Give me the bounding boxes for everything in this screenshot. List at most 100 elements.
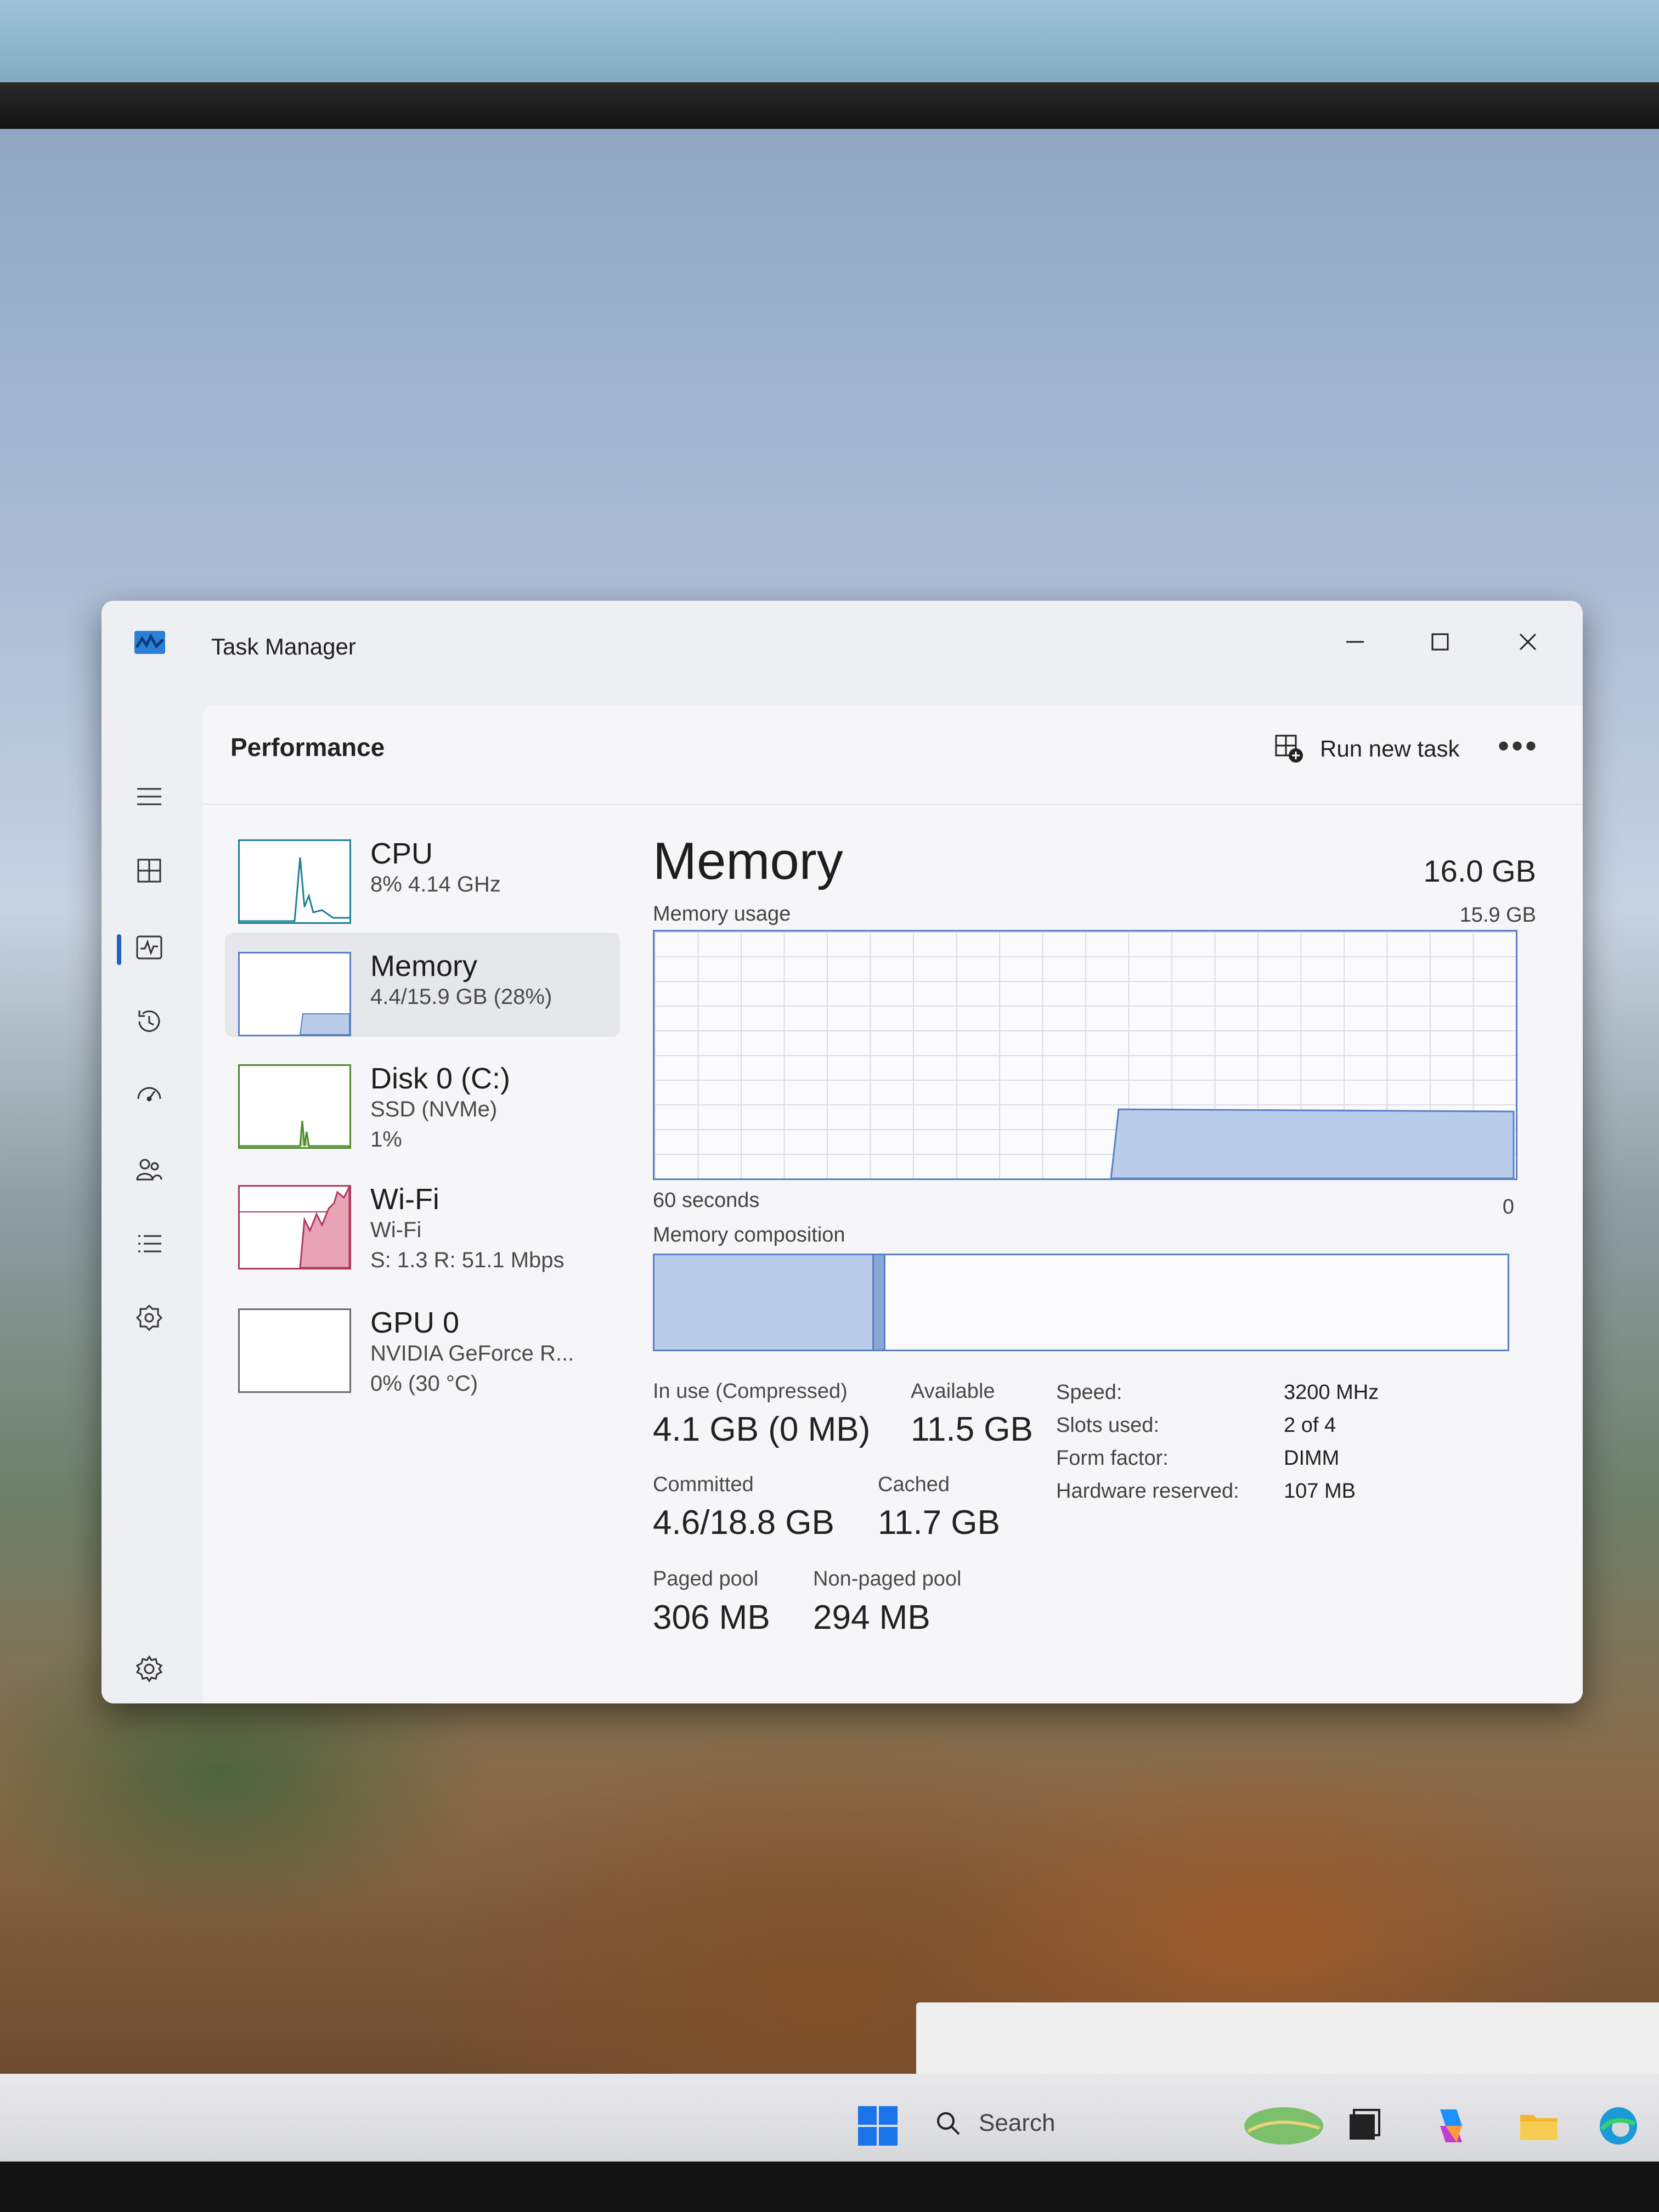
spec-hardware-reserved-value: 107 MB	[1284, 1480, 1356, 1503]
spec-form-factor-value: DIMM	[1284, 1447, 1340, 1470]
available-label: Available	[911, 1380, 995, 1403]
resource-detail: Wi-Fi	[370, 1218, 422, 1242]
copilot-icon	[1440, 2109, 1462, 2142]
in-use-value: 4.1 GB (0 MB)	[653, 1410, 871, 1448]
monitor-logo-plate	[916, 2002, 1659, 2079]
app-history-icon[interactable]	[132, 1004, 167, 1039]
close-button[interactable]	[1498, 614, 1558, 669]
wifi-thumbnail-graph	[238, 1185, 351, 1269]
resource-name: Disk 0 (C:)	[370, 1062, 510, 1095]
run-new-task-label: Run new task	[1320, 736, 1460, 761]
close-icon	[1519, 633, 1537, 651]
minimize-button[interactable]	[1325, 614, 1385, 669]
resource-detail-secondary: 0% (30 °C)	[370, 1372, 478, 1396]
spec-slots-value: 2 of 4	[1284, 1414, 1336, 1437]
memory-thumbnail-graph	[238, 952, 351, 1036]
memory-usage-graph	[653, 930, 1517, 1180]
widgets-button[interactable]	[1240, 2101, 1328, 2151]
search-label: Search	[979, 2109, 1056, 2136]
maximize-button[interactable]	[1410, 614, 1470, 669]
memory-composition-bar	[653, 1254, 1509, 1351]
cpu-thumbnail-graph	[238, 839, 351, 924]
cached-label: Cached	[878, 1473, 950, 1496]
cached-value: 11.7 GB	[878, 1504, 1000, 1542]
resource-detail-secondary: S: 1.3 R: 51.1 Mbps	[370, 1248, 565, 1272]
start-button[interactable]	[853, 2101, 902, 2151]
services-icon[interactable]	[132, 1300, 167, 1335]
monitor-bezel-bottom	[0, 2162, 1659, 2212]
task-view-icon	[1350, 2109, 1380, 2140]
title-bar[interactable]: Task Manager	[101, 601, 1583, 705]
memory-total: 16.0 GB	[1423, 854, 1536, 888]
composition-modified-segment	[872, 1255, 885, 1350]
details-icon[interactable]	[132, 1226, 167, 1261]
memory-usage-area	[1110, 1108, 1515, 1178]
run-new-task-icon	[1275, 735, 1303, 763]
spec-speed-label: Speed:	[1056, 1381, 1122, 1404]
more-options-button[interactable]: •••	[1498, 727, 1539, 765]
resource-item-memory[interactable]: Memory 4.4/15.9 GB (28%)	[225, 933, 620, 1037]
resource-name: Memory	[370, 950, 478, 983]
spec-hardware-reserved-label: Hardware reserved:	[1056, 1480, 1239, 1503]
users-icon[interactable]	[132, 1152, 167, 1187]
navigation-sidebar	[101, 705, 192, 1703]
file-explorer-button[interactable]	[1514, 2101, 1564, 2151]
memory-usage-label: Memory usage	[653, 902, 791, 926]
search-icon	[937, 2112, 960, 2135]
startup-apps-icon[interactable]	[132, 1078, 167, 1113]
disk-thumbnail-graph	[238, 1064, 351, 1149]
resource-item-wifi[interactable]: Wi-Fi Wi-Fi S: 1.3 R: 51.1 Mbps	[225, 1166, 620, 1272]
memory-detail-panel: Memory 16.0 GB Memory usage 15.9 GB 60 s…	[653, 820, 1564, 1687]
settings-icon[interactable]	[132, 1651, 167, 1686]
edge-browser-button[interactable]	[1594, 2101, 1643, 2151]
edge-icon	[1600, 2107, 1637, 2145]
memory-composition-label: Memory composition	[653, 1223, 845, 1246]
header-divider	[203, 804, 1583, 805]
paged-pool-value: 306 MB	[653, 1599, 770, 1637]
committed-value: 4.6/18.8 GB	[653, 1504, 834, 1542]
photo-background-top	[0, 0, 1659, 88]
copilot-button[interactable]	[1426, 2101, 1476, 2151]
resource-detail: 4.4/15.9 GB (28%)	[370, 985, 552, 1009]
non-paged-pool-label: Non-paged pool	[813, 1567, 962, 1590]
performance-icon[interactable]	[132, 930, 167, 965]
memory-usage-max: 15.9 GB	[1459, 904, 1536, 927]
resource-name: GPU 0	[370, 1306, 460, 1339]
composition-in-use-segment	[654, 1255, 872, 1350]
page-title: Performance	[230, 733, 385, 761]
monitor-bezel-top	[0, 82, 1659, 132]
taskbar-search-box[interactable]: Search	[933, 2096, 1218, 2151]
paged-pool-label: Paged pool	[653, 1567, 759, 1590]
nav-selection-indicator	[117, 934, 121, 965]
resource-detail-secondary: 1%	[370, 1127, 402, 1152]
taskbar	[0, 2074, 1659, 2162]
spec-form-factor-label: Form factor:	[1056, 1447, 1169, 1470]
committed-label: Committed	[653, 1473, 754, 1496]
resource-detail: SSD (NVMe)	[370, 1097, 498, 1121]
in-use-label: In use (Compressed)	[653, 1380, 848, 1403]
widgets-landscape-icon	[1244, 2107, 1323, 2145]
minimize-icon	[1346, 641, 1364, 643]
resource-item-gpu[interactable]: GPU 0 NVIDIA GeForce R... 0% (30 °C)	[225, 1289, 620, 1396]
processes-icon[interactable]	[132, 853, 167, 888]
gpu-thumbnail-graph	[238, 1308, 351, 1393]
spec-speed-value: 3200 MHz	[1284, 1381, 1379, 1404]
window-title: Task Manager	[211, 634, 356, 659]
folder-icon	[1520, 2115, 1558, 2140]
hamburger-menu-icon[interactable]	[132, 779, 167, 814]
available-value: 11.5 GB	[911, 1410, 1033, 1448]
task-manager-app-icon	[134, 631, 165, 654]
task-view-button[interactable]	[1339, 2101, 1388, 2151]
resource-detail: NVIDIA GeForce R...	[370, 1341, 574, 1365]
graph-time-axis-right: 0	[1502, 1195, 1514, 1218]
spec-slots-label: Slots used:	[1056, 1414, 1159, 1437]
resource-item-disk[interactable]: Disk 0 (C:) SSD (NVMe) 1%	[225, 1045, 620, 1152]
windows-logo-icon	[858, 2106, 898, 2146]
run-new-task-button[interactable]: Run new task	[1273, 727, 1459, 771]
graph-time-axis-left: 60 seconds	[653, 1189, 760, 1212]
resource-detail: 8% 4.14 GHz	[370, 872, 501, 896]
performance-pane: Performance Run new task ••• CPU 8% 4.14…	[203, 705, 1583, 1703]
resource-name: Wi-Fi	[370, 1183, 439, 1216]
resource-item-cpu[interactable]: CPU 8% 4.14 GHz	[225, 820, 620, 924]
task-manager-window: Task Manager Performance Run new task ••…	[101, 601, 1583, 1703]
